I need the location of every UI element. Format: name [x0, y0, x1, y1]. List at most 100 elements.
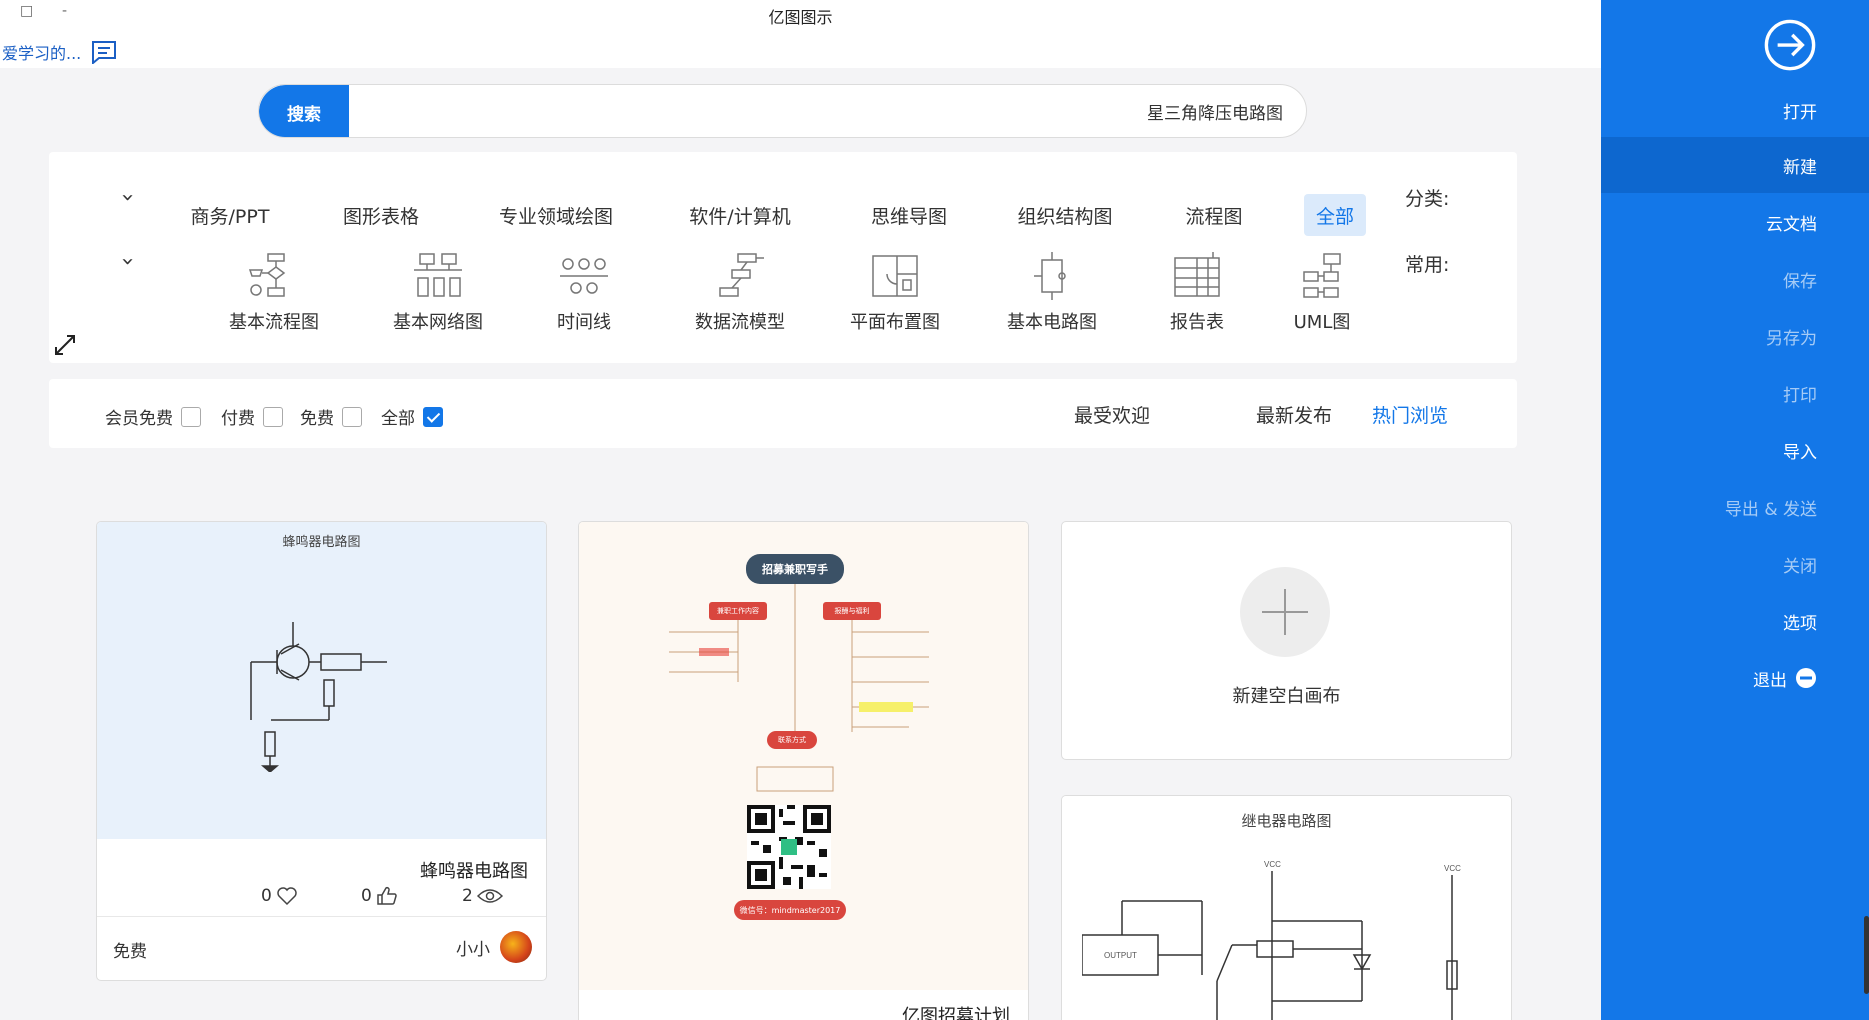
- template-label: 基本流程图: [229, 312, 319, 333]
- template-floor-plan[interactable]: 平面布置图: [835, 252, 955, 334]
- category-all[interactable]: 全部: [1303, 194, 1367, 236]
- template-network[interactable]: 基本网络图: [378, 252, 498, 334]
- template-circuit[interactable]: 基本电路图: [992, 252, 1112, 334]
- exit-minus-icon: [1796, 668, 1816, 688]
- add-canvas-button[interactable]: [1240, 567, 1330, 657]
- favorites-count[interactable]: 0: [261, 886, 298, 906]
- likes-count[interactable]: 0: [361, 886, 398, 906]
- sidebar-item-import[interactable]: 导入: [1601, 422, 1869, 478]
- fullscreen-expand-icon[interactable]: [53, 333, 77, 357]
- open-arrow-icon[interactable]: [1763, 18, 1817, 72]
- template-label: 基本电路图: [1007, 312, 1097, 333]
- template-label: 时间线: [557, 312, 611, 333]
- expand-categories-chevron-icon[interactable]: ›: [115, 193, 140, 202]
- sidebar-item-options[interactable]: 选项: [1601, 593, 1869, 649]
- price-label: 免费: [113, 942, 147, 962]
- relay-circuit-diagram: VCC VCC OUTPUT: [1082, 861, 1461, 1020]
- template-report[interactable]: 报告表: [1137, 252, 1257, 334]
- filter-free-checkbox[interactable]: [342, 406, 362, 427]
- template-label: 数据流模型: [695, 312, 785, 333]
- svg-text:OUTPUT: OUTPUT: [1104, 951, 1137, 960]
- sort-hot[interactable]: 热门浏览: [1372, 401, 1448, 428]
- sort-newest[interactable]: 最新发布: [1256, 401, 1332, 428]
- common-label: 常用:: [1405, 254, 1450, 276]
- category-org-chart[interactable]: 组织结构图: [1005, 194, 1124, 236]
- sidebar-item-label: 云文档: [1766, 214, 1817, 235]
- category-professional[interactable]: 专业领域绘图: [487, 194, 625, 236]
- title-bar: □ - 亿图图示 爱学习的...: [0, 0, 1601, 68]
- message-icon: [92, 41, 117, 64]
- sidebar-item-label: 关闭: [1783, 556, 1817, 577]
- template-flowchart[interactable]: 基本流程图: [214, 252, 334, 334]
- sort-popular[interactable]: 最受欢迎: [1074, 401, 1150, 428]
- sidebar-item-close[interactable]: 关闭: [1601, 536, 1869, 592]
- template-label: 基本网络图: [393, 312, 483, 333]
- buzzer-circuit-diagram: [250, 622, 387, 772]
- search-bar: 搜索: [258, 84, 1307, 138]
- sidebar-item-label: 另存为: [1766, 328, 1817, 349]
- sidebar-item-label: 打印: [1783, 385, 1817, 406]
- search-button[interactable]: 搜索: [259, 85, 349, 137]
- category-software[interactable]: 软件/计算机: [677, 194, 802, 236]
- filter-all-label: 全部: [381, 409, 415, 429]
- template-data-flow[interactable]: 数据流模型: [680, 252, 800, 334]
- new-blank-canvas-label: 新建空白画布: [1232, 686, 1341, 707]
- expand-common-chevron-icon[interactable]: ›: [115, 257, 140, 266]
- sidebar-item-save-as[interactable]: 另存为: [1601, 308, 1869, 364]
- card-thumbnail: 蜂鸣器电路图: [97, 522, 546, 839]
- sidebar-item-export-send[interactable]: 导出 & 发送: [1601, 479, 1869, 535]
- category-graphic-table[interactable]: 图形表格: [331, 194, 431, 236]
- sidebar-item-save[interactable]: 保存: [1601, 251, 1869, 307]
- heart-icon: [277, 887, 297, 906]
- sidebar-item-label: 保存: [1783, 271, 1817, 292]
- thumbs-up-icon: [377, 886, 397, 905]
- feedback-label: 爱学习的...: [2, 44, 82, 63]
- sidebar-item-new[interactable]: 新建: [1601, 137, 1869, 193]
- template-label: 报告表: [1170, 312, 1224, 333]
- views-count: 2: [462, 886, 503, 906]
- sidebar-item-label: 新建: [1783, 157, 1817, 178]
- svg-text:VCC: VCC: [1264, 861, 1281, 869]
- filter-free[interactable]: 免费: [300, 404, 362, 429]
- sidebar-item-cloud[interactable]: 云文档: [1601, 194, 1869, 250]
- avatar: [500, 931, 532, 963]
- author[interactable]: 小小: [456, 931, 532, 963]
- feedback-link[interactable]: 爱学习的...: [2, 40, 117, 64]
- category-panel: 分类: 全部 流程图 组织结构图 思维导图 软件/计算机 专业领域绘图 图形表格…: [49, 152, 1517, 363]
- category-mind-map[interactable]: 思维导图: [859, 194, 959, 236]
- template-card-mindmap[interactable]: 招募兼职写手 兼职工作内容 报酬与福利 联系方式 微信号：mindmaster2…: [578, 521, 1029, 1020]
- thumb-title: 继电器电路图: [1241, 812, 1332, 830]
- circuit-icon: [1034, 252, 1066, 300]
- template-label: UML图: [1293, 312, 1351, 333]
- template-card-buzzer[interactable]: 蜂鸣器电路图 蜂鸣器电路图 0 0 2 免费 小小: [96, 521, 547, 981]
- timeline-icon: [560, 258, 608, 294]
- network-icon: [414, 253, 462, 297]
- filter-paid-checkbox[interactable]: [263, 406, 283, 427]
- likes-value: 0: [361, 886, 372, 906]
- sidebar-item-print[interactable]: 打印: [1601, 365, 1869, 421]
- category-business-ppt[interactable]: 商务/PPT: [179, 194, 282, 236]
- card-thumbnail: 招募兼职写手 兼职工作内容 报酬与福利 联系方式 微信号：mindmaster2…: [579, 522, 1028, 990]
- app-title: 亿图图示: [768, 8, 833, 27]
- eye-icon: [476, 889, 503, 903]
- qr-code-icon: [747, 805, 831, 889]
- filter-all[interactable]: 全部: [381, 404, 443, 429]
- template-timeline[interactable]: 时间线: [524, 252, 644, 334]
- filter-member-free-checkbox[interactable]: [181, 406, 201, 427]
- category-flowchart[interactable]: 流程图: [1173, 194, 1254, 236]
- scrollbar-thumb[interactable]: [1864, 916, 1869, 994]
- template-card-relay[interactable]: 继电器电路图 VCC VCC OUTPUT: [1061, 795, 1512, 1020]
- new-blank-canvas-card[interactable]: 新建空白画布: [1061, 521, 1512, 760]
- filter-all-checkbox[interactable]: [423, 406, 443, 427]
- sidebar-item-label: 退出: [1753, 670, 1787, 691]
- filter-member-free[interactable]: 会员免费: [105, 404, 201, 429]
- thumb-title: 蜂鸣器电路图: [282, 535, 361, 550]
- svg-text:VCC: VCC: [1444, 864, 1461, 873]
- search-input[interactable]: [349, 85, 1306, 137]
- filter-paid[interactable]: 付费: [221, 404, 283, 429]
- template-uml[interactable]: UML图: [1262, 252, 1382, 334]
- filter-member-free-label: 会员免费: [105, 409, 173, 429]
- sidebar-item-exit[interactable]: 退出: [1601, 650, 1869, 706]
- author-name: 小小: [456, 939, 490, 960]
- sidebar-item-open[interactable]: 打开: [1601, 82, 1869, 138]
